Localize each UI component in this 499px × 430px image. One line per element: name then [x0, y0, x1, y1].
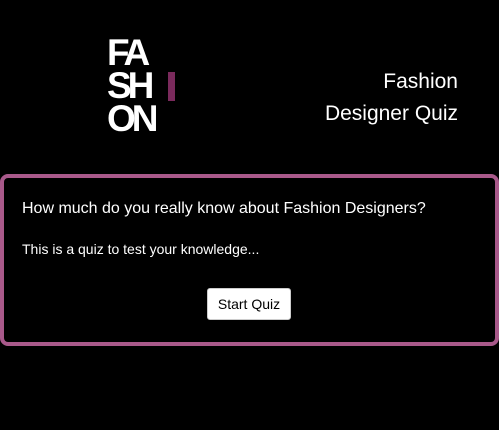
quiz-intro-text: This is a quiz to test your knowledge... [22, 241, 260, 257]
quiz-intro-card: How much do you really know about Fashio… [0, 174, 499, 346]
page-title: Fashion Designer Quiz [325, 66, 458, 130]
page-title-line-1: Fashion [383, 70, 458, 93]
quiz-intro-heading: How much do you really know about Fashio… [22, 200, 426, 217]
page-title-line-2: Designer Quiz [324, 102, 458, 125]
quiz-page: FA SH ON Fashion Designer Quiz How much … [0, 0, 499, 430]
logo-text-row-3: ON [107, 98, 158, 139]
fashion-logo: FA SH ON [107, 34, 175, 139]
logo-accent-bar [168, 72, 175, 101]
start-quiz-button[interactable]: Start Quiz [207, 288, 291, 320]
